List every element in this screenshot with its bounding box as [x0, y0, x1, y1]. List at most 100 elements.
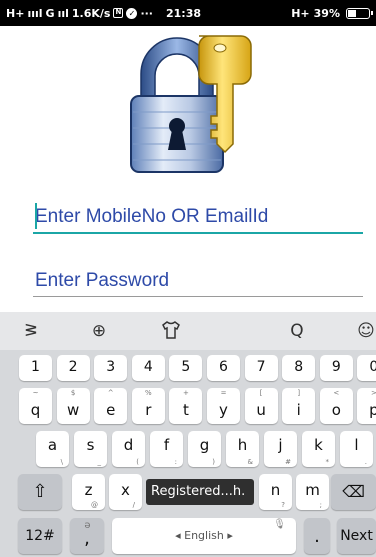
period-key[interactable]: .	[304, 518, 330, 554]
comma-key[interactable]: ə ,	[70, 518, 104, 554]
number-key-9-label: 9	[331, 359, 341, 375]
number-key-3[interactable]: 3	[94, 355, 128, 381]
notification-icon: N	[113, 8, 124, 18]
key-m[interactable]: ; m	[296, 474, 329, 510]
key-x[interactable]: / x	[109, 474, 142, 510]
search-icon[interactable]: Q	[286, 320, 308, 342]
microphone-icon[interactable]: 🎙	[273, 519, 286, 530]
number-key-6-label: 6	[219, 359, 228, 375]
status-right-group: H+ 39%	[291, 6, 373, 20]
key-p[interactable]: > p	[357, 388, 376, 424]
key-w[interactable]: $ w	[56, 388, 90, 424]
space-key[interactable]: ◂ English ▸ 🎙	[112, 518, 296, 554]
status-bar: H+ ıııl G ııl 1.6K/s N ✓ ··· 21:38 H+ 39…	[0, 0, 376, 26]
battery-fill	[348, 9, 356, 17]
key-y-label: y	[219, 401, 228, 419]
password-input-underline	[33, 296, 363, 297]
number-key-1[interactable]: 1	[19, 355, 52, 381]
key-i[interactable]: ] i	[282, 388, 316, 424]
key-z[interactable]: @ z	[72, 474, 105, 510]
battery-icon	[346, 7, 373, 19]
key-j-label: j	[278, 436, 283, 454]
key-g[interactable]: ) g	[188, 431, 221, 467]
key-s[interactable]: _ s	[74, 431, 107, 467]
number-key-5[interactable]: 5	[169, 355, 203, 381]
mobile-or-email-input[interactable]	[33, 203, 363, 231]
gesture-icon[interactable]: ᕒ	[20, 320, 42, 342]
key-s-secondary: _	[97, 458, 102, 466]
key-f-label: f	[163, 436, 170, 454]
key-u[interactable]: [u	[244, 388, 278, 424]
keyboard-toolbar: ᕒ ⊕ Q ☺	[0, 312, 376, 350]
key-q[interactable]: ~ q	[19, 388, 52, 424]
password-input[interactable]	[33, 267, 363, 295]
key-e[interactable]: ^ e	[94, 388, 128, 424]
key-p-secondary: >	[370, 389, 376, 397]
key-r[interactable]: % r	[131, 388, 165, 424]
number-key-4[interactable]: 4	[131, 355, 165, 381]
number-key-8-label: 8	[294, 359, 304, 375]
key-n-label: n	[270, 481, 281, 499]
key-x-secondary: /	[132, 501, 135, 509]
key-s-label: s	[86, 436, 95, 454]
key-l[interactable]: .l	[340, 431, 373, 467]
number-key-0[interactable]: 0	[357, 355, 376, 381]
number-key-7[interactable]: 7	[244, 355, 278, 381]
key-p-label: p	[369, 401, 376, 419]
key-h[interactable]: & h	[226, 431, 259, 467]
symbols-key[interactable]: 12#	[18, 518, 62, 554]
lock-and-key-logo	[130, 35, 252, 173]
signal-type-1: H+	[6, 6, 25, 20]
key-h-secondary: &	[247, 458, 253, 466]
key-x-label: x	[121, 481, 130, 499]
key-u-label: u	[256, 401, 266, 419]
key-u-secondary: [	[259, 389, 263, 397]
key-q-label: q	[30, 401, 41, 419]
key-m-secondary: ;	[319, 501, 322, 509]
globe-icon[interactable]: ⊕	[88, 320, 110, 342]
key-h-label: h	[237, 436, 248, 454]
next-key[interactable]: Next	[337, 518, 376, 554]
key-i-secondary: ]	[297, 389, 301, 397]
key-a[interactable]: \ a	[36, 431, 69, 467]
key-d[interactable]: (d	[112, 431, 145, 467]
key-j-secondary: #	[285, 458, 291, 466]
number-key-8[interactable]: 8	[282, 355, 316, 381]
key-l-secondary: .	[364, 458, 367, 466]
key-t[interactable]: + t	[169, 388, 203, 424]
key-o[interactable]: < o	[319, 388, 353, 424]
key-f[interactable]: :f	[150, 431, 183, 467]
clock-time: 21:38	[166, 6, 202, 20]
key-g-secondary: )	[212, 458, 215, 466]
key-l-label: l	[354, 436, 359, 454]
key-o-label: o	[331, 401, 341, 419]
key-y[interactable]: = y	[207, 388, 240, 424]
shift-key[interactable]: ⇧	[18, 474, 62, 510]
number-key-2-label: 2	[68, 359, 78, 375]
signal-bars-1-icon: ıııl	[27, 6, 43, 20]
key-d-secondary: (	[136, 458, 139, 466]
emoji-icon[interactable]: ☺	[355, 320, 376, 342]
key-r-secondary: %	[144, 389, 152, 397]
key-t-secondary: +	[182, 389, 189, 397]
battery-percent: 39%	[313, 6, 340, 20]
number-key-7-label: 7	[256, 359, 266, 375]
number-key-1-label: 1	[31, 359, 40, 375]
key-n[interactable]: ? n	[259, 474, 292, 510]
key-i-label: i	[296, 401, 301, 419]
number-key-9[interactable]: 9	[319, 355, 353, 381]
number-key-3-label: 3	[106, 359, 116, 375]
key-k[interactable]: * k	[302, 431, 335, 467]
key-a-label: a	[47, 436, 58, 454]
theme-shirt-icon[interactable]	[160, 320, 182, 342]
signal-type-2: G	[45, 6, 55, 20]
key-k-secondary: *	[325, 458, 330, 466]
more-dots-icon: ···	[140, 6, 153, 20]
key-j[interactable]: # j	[264, 431, 297, 467]
number-key-2[interactable]: 2	[56, 355, 90, 381]
backspace-key[interactable]: ⌫	[331, 474, 376, 510]
number-key-6[interactable]: 6	[207, 355, 240, 381]
autofill-suggestion-tooltip[interactable]: Registered...h.	[146, 479, 254, 505]
key-w-label: w	[66, 401, 80, 419]
key-g-label: g	[199, 436, 210, 454]
